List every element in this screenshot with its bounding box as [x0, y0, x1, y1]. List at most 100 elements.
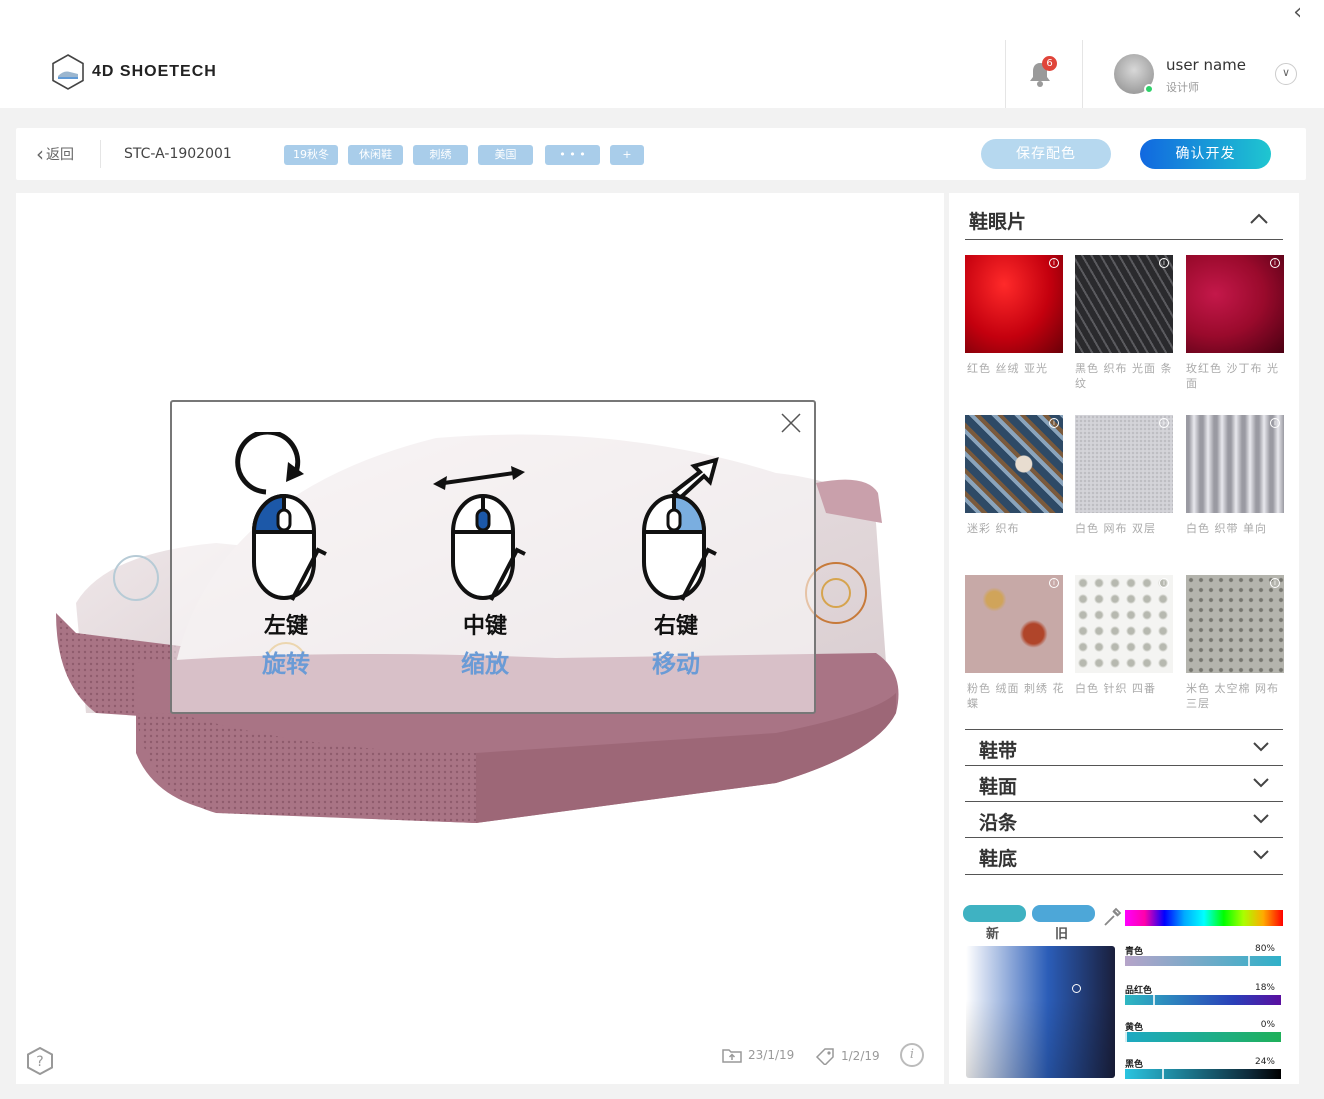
- swatch-label: 黑色 织布 光面 条纹: [1075, 362, 1173, 390]
- swatch-pink-embroidery[interactable]: i: [965, 575, 1063, 673]
- saturation-value-picker[interactable]: [966, 946, 1115, 1078]
- cyan-slider-knob[interactable]: [1248, 956, 1250, 966]
- tag-craft[interactable]: 刺绣: [413, 145, 468, 165]
- swatch-red-velvet[interactable]: i: [965, 255, 1063, 353]
- control-action-label: 旋转: [262, 650, 310, 678]
- header-divider: [1005, 40, 1006, 108]
- help-glyph: ?: [36, 1054, 43, 1070]
- new-color-label: 新: [986, 927, 1000, 942]
- swatch-label: 白色 针织 四番: [1075, 682, 1156, 695]
- add-tag-button[interactable]: +: [610, 145, 644, 165]
- magenta-slider[interactable]: [1125, 995, 1281, 1005]
- info-icon[interactable]: i: [1049, 258, 1059, 268]
- notification-bell[interactable]: 6: [1027, 56, 1057, 90]
- back-button[interactable]: ‹ 返回: [36, 144, 74, 164]
- info-icon[interactable]: i: [1049, 418, 1059, 428]
- swatch-beige-spacer-mesh[interactable]: i: [1186, 575, 1284, 673]
- swatch-camo[interactable]: i: [965, 415, 1063, 513]
- swatch-label: 白色 网布 双层: [1075, 522, 1156, 535]
- info-icon[interactable]: i: [1270, 578, 1280, 588]
- section-divider: [965, 239, 1283, 240]
- toolbar-divider: [100, 140, 101, 168]
- tag-category[interactable]: 休闲鞋: [348, 145, 403, 165]
- save-colorway-button[interactable]: 保存配色: [981, 139, 1111, 169]
- move-icon: [642, 457, 719, 601]
- logo-hex-icon: [52, 54, 84, 90]
- chevron-down-icon: [1253, 850, 1269, 860]
- tag-market[interactable]: 美国: [478, 145, 533, 165]
- accordion-sole[interactable]: 鞋底: [965, 837, 1283, 873]
- swatch-white-webbing[interactable]: i: [1186, 415, 1284, 513]
- close-icon[interactable]: [780, 412, 802, 434]
- collapse-arrow-icon[interactable]: ‹: [1293, 0, 1302, 25]
- tag-season[interactable]: 19秋冬: [284, 145, 338, 165]
- accordion-welt[interactable]: 沿条: [965, 801, 1283, 837]
- header-divider: [1082, 40, 1083, 108]
- magenta-slider-knob[interactable]: [1153, 995, 1155, 1005]
- swatch-rose-satin[interactable]: i: [1186, 255, 1284, 353]
- control-left-click: 左键 旋转: [226, 429, 346, 682]
- swatch-white-mesh[interactable]: i: [1075, 415, 1173, 513]
- info-icon[interactable]: i: [1270, 258, 1280, 268]
- eyedropper-icon[interactable]: [1102, 906, 1122, 928]
- tag-more[interactable]: • • •: [545, 145, 600, 165]
- info-icon[interactable]: i: [1270, 418, 1280, 428]
- online-status-dot: [1144, 84, 1154, 94]
- modified-date: 1/2/19: [815, 1047, 880, 1065]
- 3d-viewer[interactable]: 左键 旋转 中键 缩放 右键 移动 ? 23/1/19 1/2/19 i: [16, 193, 944, 1084]
- swatch-white-knit[interactable]: i: [1075, 575, 1173, 673]
- accordion-laces[interactable]: 鞋带: [965, 729, 1283, 765]
- swatch-label: 玫红色 沙丁布 光面: [1186, 362, 1279, 390]
- chevron-down-icon[interactable]: ∨: [1275, 63, 1297, 85]
- hue-slider[interactable]: [1125, 910, 1283, 926]
- info-icon[interactable]: i: [1159, 258, 1169, 268]
- notification-badge: 6: [1042, 56, 1057, 71]
- created-date: 23/1/19: [722, 1047, 794, 1063]
- cyan-slider[interactable]: [1125, 956, 1281, 966]
- chevron-down-icon: [1253, 742, 1269, 752]
- chevron-left-icon: ‹: [36, 142, 44, 166]
- control-middle-click: 中键 缩放: [425, 432, 545, 682]
- accordion-upper[interactable]: 鞋面: [965, 765, 1283, 801]
- confirm-development-button[interactable]: 确认开发: [1140, 139, 1271, 169]
- chevron-up-icon[interactable]: [1249, 211, 1269, 225]
- control-right-click: 右键 移动: [616, 432, 736, 682]
- top-header: ‹ 4D SHOETECH 6 user name 设计师 ∨: [0, 0, 1324, 108]
- modified-date-text: 1/2/19: [841, 1049, 880, 1063]
- info-icon[interactable]: i: [900, 1043, 924, 1067]
- logo[interactable]: 4D SHOETECH: [52, 54, 217, 90]
- accordion-divider: [965, 874, 1283, 875]
- tag-icon: [815, 1048, 834, 1065]
- zoom-icon: [433, 466, 526, 601]
- accordion-title: 沿条: [979, 812, 1018, 834]
- old-color-chip[interactable]: [1032, 905, 1095, 922]
- rotate-icon: [235, 429, 327, 601]
- control-key-label: 右键: [653, 614, 698, 639]
- info-icon[interactable]: i: [1159, 418, 1169, 428]
- black-slider-knob[interactable]: [1162, 1069, 1164, 1079]
- black-slider[interactable]: [1125, 1069, 1281, 1079]
- new-color-chip[interactable]: [963, 905, 1026, 922]
- yellow-slider[interactable]: [1125, 1032, 1281, 1042]
- help-icon[interactable]: ?: [26, 1046, 54, 1076]
- cmyk-cyan-row: 青色 80%: [1125, 944, 1281, 980]
- chevron-down-icon: [1253, 814, 1269, 824]
- user-name: user name: [1166, 56, 1247, 74]
- avatar[interactable]: [1114, 54, 1154, 94]
- material-panel: 鞋眼片 i 红色 丝绒 亚光 i 黑色 织布 光面 条纹 i 玫红色 沙丁布 光…: [949, 193, 1299, 1084]
- section-title-eyelet[interactable]: 鞋眼片: [969, 207, 1026, 234]
- info-icon[interactable]: i: [1049, 578, 1059, 588]
- swatch-label: 米色 太空棉 网布 三层: [1186, 682, 1279, 710]
- control-action-label: 移动: [652, 650, 700, 678]
- chevron-down-icon: [1253, 778, 1269, 788]
- created-date-text: 23/1/19: [748, 1048, 795, 1062]
- color-picker-cursor[interactable]: [1072, 984, 1081, 993]
- cmyk-value: 0%: [1260, 1020, 1275, 1030]
- folder-icon: [722, 1049, 742, 1063]
- yellow-slider-knob[interactable]: [1125, 1032, 1127, 1042]
- control-action-label: 缩放: [461, 650, 509, 678]
- swatch-label: 迷彩 织布: [967, 522, 1020, 535]
- cmyk-value: 24%: [1254, 1057, 1275, 1067]
- info-icon[interactable]: i: [1159, 578, 1169, 588]
- swatch-black-stripe[interactable]: i: [1075, 255, 1173, 353]
